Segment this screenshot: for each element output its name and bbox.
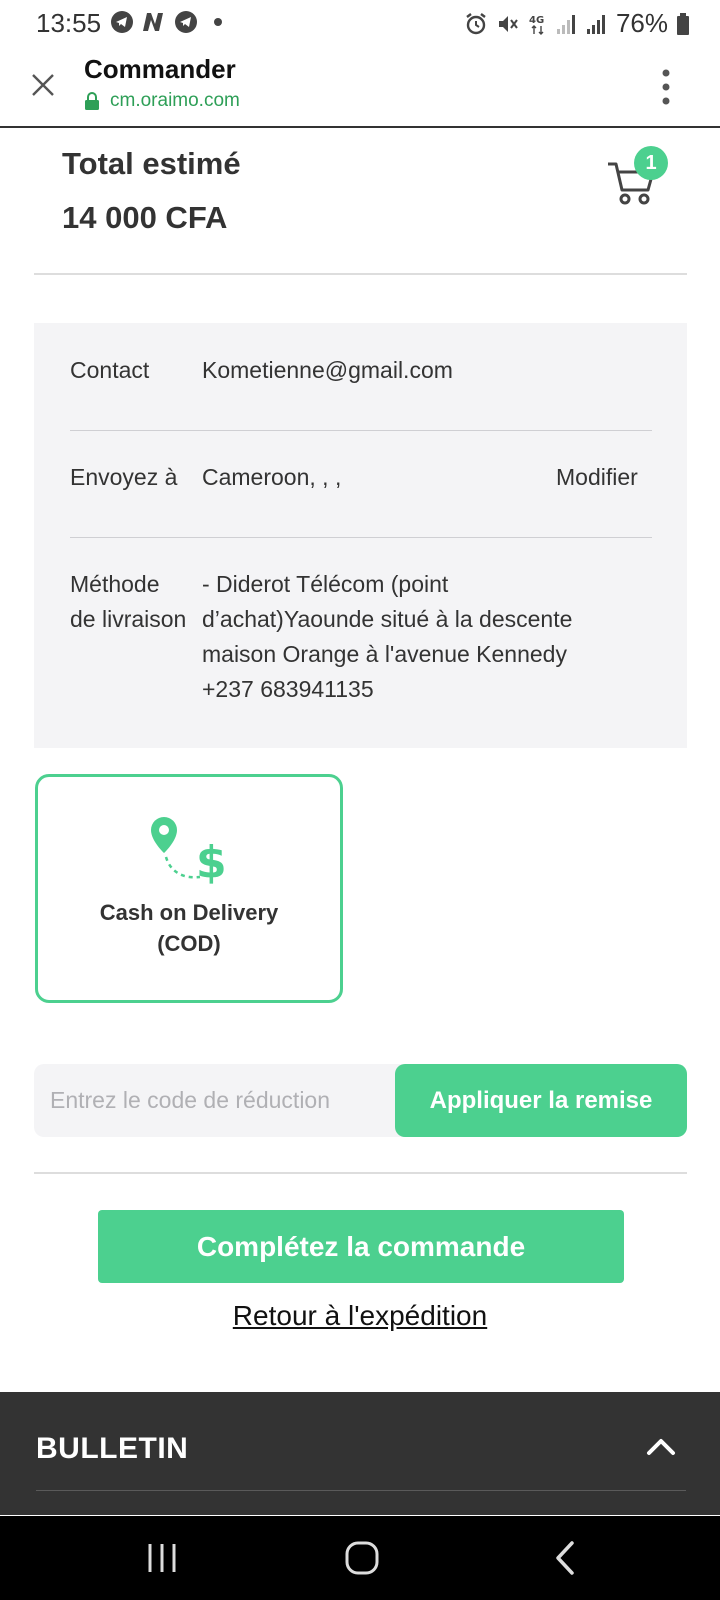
discount-row: Appliquer la remise [34,1064,687,1137]
payment-label-line: (COD) [157,931,221,956]
edit-shipping-link[interactable]: Modifier [556,460,638,495]
divider [34,273,687,275]
recent-apps-icon[interactable] [142,1538,182,1578]
ship-value: Cameroon, , , [202,464,342,490]
notification-dot [214,18,222,26]
more-options-icon[interactable] [660,68,672,106]
status-bar: 13:55 4G 76% [0,0,720,46]
ship-label: Envoyez à [70,464,178,490]
alarm-icon [466,12,486,34]
method-line: d’achat)Yaounde situé à la descente [202,606,573,632]
footer-divider [36,1490,686,1491]
svg-text:4G: 4G [529,15,544,26]
battery-icon [677,12,689,35]
discount-code-input[interactable] [34,1064,394,1137]
info-divider [70,430,652,431]
payment-option-cod[interactable]: $ Cash on Delivery (COD) [35,774,343,1003]
url-text: cm.oraimo.com [110,90,240,111]
cash-on-delivery-icon: $ [151,817,227,887]
chevron-up-icon[interactable] [646,1434,676,1458]
payment-label: Cash on Delivery (COD) [38,897,340,959]
svg-text:$: $ [196,837,227,887]
complete-order-button[interactable]: Complétez la commande [98,1210,624,1283]
close-icon[interactable] [28,70,58,100]
contact-value: Kometienne@gmail.com [202,357,453,383]
order-info-box: Contact Kometienne@gmail.com Envoyez à C… [34,323,687,748]
divider [34,1172,687,1174]
newsletter-title: BULLETIN [36,1432,189,1465]
telegram-icon [175,11,197,33]
payment-label-line: Cash on Delivery [99,900,279,925]
delivery-method-row: Méthode de livraison - Diderot Télécom (… [70,567,652,707]
lock-icon [85,92,99,110]
total-value: 14 000 CFA [62,200,228,235]
method-line: +237 683941135 [202,676,374,702]
method-line: - Diderot Télécom (point [202,571,449,597]
ship-to-row: Envoyez à Cameroon, , , Modifier [70,460,652,495]
footer-newsletter: BULLETIN [0,1392,720,1515]
method-label-line: Méthode [70,571,160,597]
signal-icon [556,14,575,34]
apply-discount-button[interactable]: Appliquer la remise [395,1064,687,1137]
page-title: Commander [84,54,236,84]
back-icon[interactable] [546,1538,586,1578]
back-to-shipping-link[interactable]: Retour à l'expédition [0,1300,720,1332]
method-line: maison Orange à l'avenue Kennedy [202,641,567,667]
telegram-icon [111,11,133,33]
4g-icon: 4G [529,15,544,35]
status-time: 13:55 [36,8,102,38]
cart-count-badge: 1 [634,146,668,180]
battery-percent: 76% [615,8,668,38]
method-label: Méthode de livraison [70,567,210,637]
home-icon[interactable] [342,1538,382,1578]
browser-top-bar: Commander cm.oraimo.com [0,46,720,128]
system-nav-bar [0,1516,720,1600]
n-app-icon [143,13,163,31]
method-label-line: de livraison [70,606,187,632]
contact-row: Contact Kometienne@gmail.com [70,353,652,388]
signal-icon [586,14,605,34]
mute-icon [498,15,518,32]
contact-label: Contact [70,357,150,383]
url-bar[interactable]: cm.oraimo.com [84,90,240,112]
status-right: 4G 76% [464,8,690,39]
total-label: Total estimé [62,146,241,181]
method-value: - Diderot Télécom (point d’achat)Yaounde… [202,567,572,707]
info-divider [70,537,652,538]
